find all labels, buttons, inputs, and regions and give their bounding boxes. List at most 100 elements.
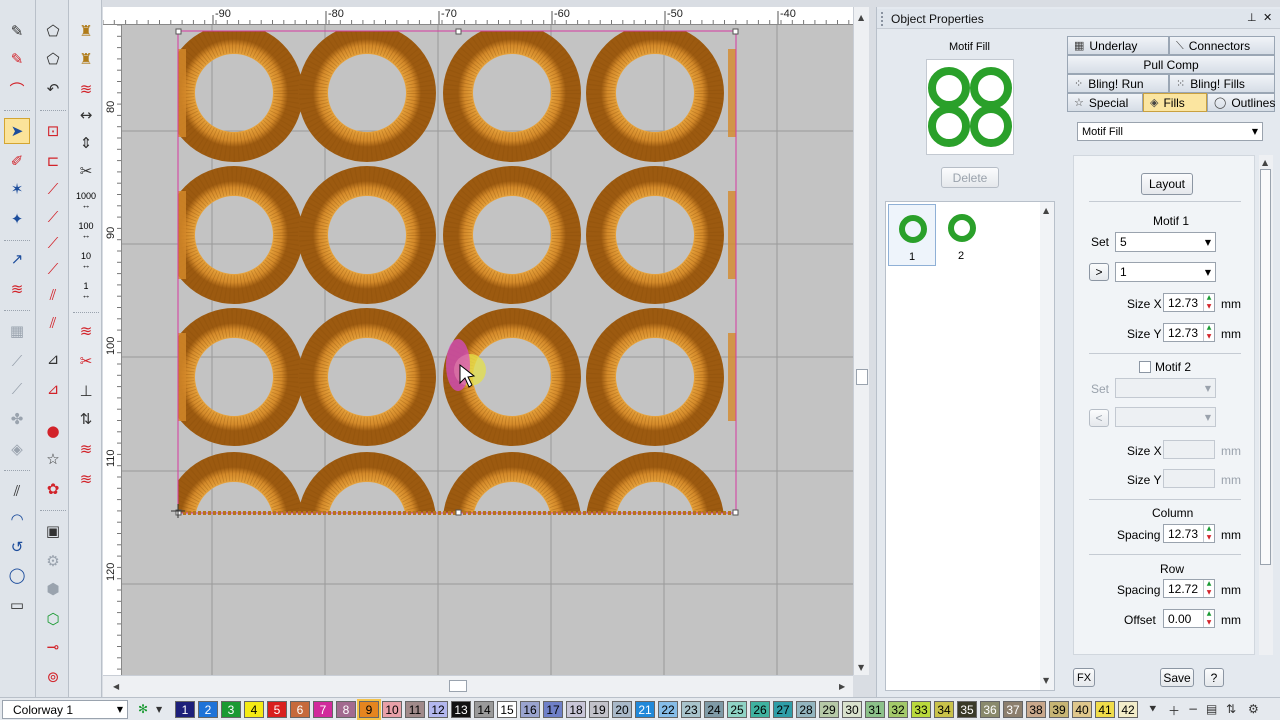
motif2-item-select[interactable]: ▼: [1115, 407, 1216, 427]
needle-icon[interactable]: ⇕: [73, 130, 99, 156]
thread-swatch[interactable]: 27: [773, 701, 793, 718]
thread-swatch[interactable]: 20: [612, 701, 632, 718]
size-x-spinner[interactable]: ▲ ▼: [1203, 294, 1214, 311]
red-pencil-icon[interactable]: ✎: [4, 46, 30, 72]
node-line-2-icon[interactable]: ⟋: [40, 204, 66, 230]
scroll-down-icon[interactable]: ▼: [1043, 676, 1049, 685]
vertical-scrollbar[interactable]: ▲ ▼: [853, 7, 869, 675]
chevron-down-icon[interactable]: ⯆: [1148, 702, 1158, 717]
thread-swatch[interactable]: 31: [865, 701, 885, 718]
magic-wand-icon[interactable]: ✦: [4, 206, 30, 232]
reshape-icon[interactable]: ↗: [4, 246, 30, 272]
motif-thumb-2[interactable]: 2: [938, 204, 986, 266]
grid-icon[interactable]: ▦: [4, 318, 30, 344]
thread-swatch[interactable]: 34: [934, 701, 954, 718]
thread-swatch[interactable]: 12: [428, 701, 448, 718]
zigzag-stitch-icon[interactable]: ≋: [73, 318, 99, 344]
thread-swatch[interactable]: 36: [980, 701, 1000, 718]
pliers-icon[interactable]: ⊸: [40, 634, 66, 660]
fill-type-select[interactable]: Motif Fill ▼: [1077, 122, 1263, 141]
thread-swatch[interactable]: 4: [244, 701, 264, 718]
corner-icon[interactable]: ⊏: [40, 148, 66, 174]
thread-swatch[interactable]: 2: [198, 701, 218, 718]
thread-swatch[interactable]: 33: [911, 701, 931, 718]
chevron-down-icon[interactable]: ▼: [156, 705, 162, 714]
motif-list-scrollbar[interactable]: ▲ ▼: [1040, 202, 1054, 690]
circle-fill-icon[interactable]: ●: [40, 418, 66, 444]
arc-icon[interactable]: ◠: [4, 506, 30, 532]
thread-swatch[interactable]: 22: [658, 701, 678, 718]
thread-swatch[interactable]: 3: [221, 701, 241, 718]
tab-connectors[interactable]: ⟍ Connectors: [1169, 36, 1275, 55]
thread-swatch[interactable]: 42: [1118, 701, 1138, 718]
design-canvas[interactable]: [122, 25, 853, 675]
pentagon-icon[interactable]: ⬠: [40, 46, 66, 72]
select-arrow-icon[interactable]: ➤: [4, 118, 30, 144]
spread-icon[interactable]: ↔: [73, 102, 99, 128]
motif2-set-select[interactable]: ▼: [1115, 378, 1216, 398]
size-y-input[interactable]: 12.73 ▲ ▼: [1163, 323, 1215, 342]
tab-pull-comp[interactable]: Pull Comp: [1067, 55, 1275, 74]
pencil-icon[interactable]: ✎: [4, 18, 30, 44]
curve-icon[interactable]: ↶: [40, 76, 66, 102]
gear-icon[interactable]: ⚙: [40, 548, 66, 574]
panel-grip[interactable]: [881, 12, 884, 26]
triple-stitch-icon[interactable]: ≋: [73, 466, 99, 492]
rectangle-icon[interactable]: ▭: [4, 592, 30, 618]
layout-button[interactable]: Layout: [1141, 173, 1193, 195]
thread-swatch[interactable]: 17: [543, 701, 563, 718]
thread-swatch[interactable]: 10: [382, 701, 402, 718]
motif1-set-select[interactable]: 5 ▼: [1115, 232, 1216, 252]
close-icon[interactable]: ✕: [1263, 11, 1272, 24]
minus-icon[interactable]: −: [1188, 702, 1198, 716]
thread-swatch[interactable]: 19: [589, 701, 609, 718]
paint-icon[interactable]: ✐: [4, 148, 30, 174]
motif-thumb-1[interactable]: 1: [888, 204, 936, 266]
up-down-icon[interactable]: ⇅: [73, 406, 99, 432]
horizontal-scroll-thumb[interactable]: [449, 680, 467, 692]
star-icon[interactable]: ☆: [40, 446, 66, 472]
ellipse-icon[interactable]: ◯: [4, 562, 30, 588]
help-button[interactable]: ?: [1204, 668, 1224, 687]
tab-outlines[interactable]: ◯ Outlines: [1207, 93, 1275, 112]
save-button[interactable]: Save: [1160, 668, 1194, 687]
scroll-up-icon[interactable]: ▲: [1043, 206, 1049, 215]
thread-swatch[interactable]: 9: [357, 699, 381, 720]
thread-swatch[interactable]: 7: [313, 701, 333, 718]
scroll-up-icon[interactable]: ▲: [858, 13, 864, 22]
thread-swatch[interactable]: 39: [1049, 701, 1069, 718]
tab-bling-fills[interactable]: ⁙ Bling! Fills: [1169, 74, 1275, 93]
thread-swatch[interactable]: 18: [566, 701, 586, 718]
jump-1000-icon[interactable]: 1000 ↔: [73, 188, 99, 214]
thread-swatch[interactable]: 35: [957, 701, 977, 718]
prev-motif-button[interactable]: <: [1089, 409, 1109, 427]
parallel-lines-icon[interactable]: ⫽: [4, 478, 30, 504]
sort-icon[interactable]: ⇅: [1226, 702, 1236, 716]
thread-swatch[interactable]: 26: [750, 701, 770, 718]
satin-icon[interactable]: ⫽: [40, 282, 66, 308]
fx-button[interactable]: FX: [1073, 668, 1095, 687]
row-offset-input[interactable]: 0.00 ▲ ▼: [1163, 609, 1215, 628]
motif2-checkbox[interactable]: [1139, 361, 1151, 373]
node-line-icon[interactable]: ⟋: [40, 176, 66, 202]
triangle-node-icon[interactable]: ⊿: [40, 376, 66, 402]
row-spacing-spinner[interactable]: ▲ ▼: [1203, 580, 1214, 597]
flower-icon[interactable]: ✿: [40, 476, 66, 502]
thread-swatch[interactable]: 29: [819, 701, 839, 718]
motif2-size-x-input[interactable]: [1163, 440, 1215, 459]
jump-100-icon[interactable]: 100 ↔: [73, 218, 99, 244]
scroll-right-icon[interactable]: ▶: [839, 682, 845, 691]
thread-swatch[interactable]: 1: [175, 701, 195, 718]
row-spacing-input[interactable]: 12.72 ▲ ▼: [1163, 579, 1215, 598]
tab-underlay[interactable]: ▦ Underlay: [1067, 36, 1169, 55]
hexagon-icon[interactable]: ⬡: [40, 606, 66, 632]
thread-swatch[interactable]: 13: [451, 701, 471, 718]
size-y-spinner[interactable]: ▲ ▼: [1203, 324, 1214, 341]
thread-swatch[interactable]: 30: [842, 701, 862, 718]
freehand-icon[interactable]: ↺: [4, 534, 30, 560]
tab-bling-run[interactable]: ⁘ Bling! Run: [1067, 74, 1169, 93]
sparkle-select-icon[interactable]: ✶: [4, 176, 30, 202]
thread-swatch[interactable]: 28: [796, 701, 816, 718]
hexagon-gray-icon[interactable]: ⬢: [40, 576, 66, 602]
thread-swatch[interactable]: 21: [635, 701, 655, 718]
